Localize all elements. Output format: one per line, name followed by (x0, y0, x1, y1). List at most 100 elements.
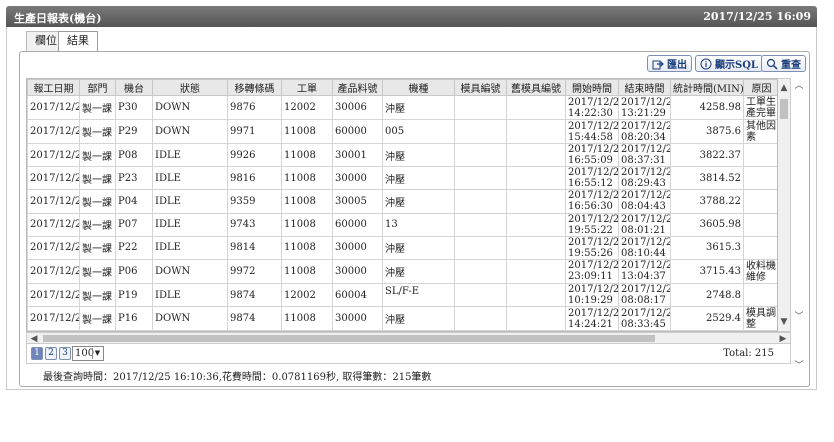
cell-status: IDLE (152, 166, 228, 191)
scroll-up-icon[interactable]: ︿ (793, 80, 805, 92)
divider (6, 389, 817, 390)
cell-barcode: 9926 (227, 142, 282, 168)
cell-status: IDLE (152, 235, 228, 260)
results-grid: 報工日期 部門 機台 狀態 移轉條碼 工單 產品料號 機種 模具編號 舊模具編號… (26, 78, 778, 332)
cell-workorder: 11008 (281, 166, 333, 191)
cell-status: DOWN (152, 306, 228, 331)
export-icon (652, 60, 664, 69)
cell-workorder: 11008 (281, 119, 333, 144)
cell-status: DOWN (152, 119, 228, 144)
col-header[interactable]: 結束時間 (618, 79, 671, 96)
col-header[interactable]: 原因 (743, 79, 777, 96)
cell-oldmold (506, 235, 566, 260)
cell-part: 60004 (332, 282, 383, 308)
cell-model: 沖壓 (382, 306, 455, 331)
search-icon (766, 58, 778, 70)
scroll-thumb[interactable] (780, 99, 788, 119)
col-header[interactable]: 部門 (79, 79, 116, 96)
table-row[interactable]: 2017/12/25製一課P23IDLE98161100830000沖壓 2017… (27, 166, 777, 191)
cell-workorder: 11008 (281, 142, 333, 168)
cell-model: 沖壓 (382, 166, 455, 191)
panel-vertical-scrollbar[interactable]: ︿ ﹀ ﹀ (792, 78, 806, 373)
table-row[interactable]: 2017/12/25製一課P08IDLE99261100830001沖壓 2017… (27, 142, 777, 168)
table-row[interactable]: 2017/12/25製一課P29DOWN99711100860000005 201… (27, 119, 777, 144)
grid-horizontal-scrollbar[interactable]: ◀ ▶ (26, 332, 791, 344)
col-header[interactable]: 開始時間 (565, 79, 619, 96)
cell-date: 2017/12/25 (27, 282, 80, 308)
tab-results[interactable]: 結果 (58, 31, 98, 52)
scroll-down-icon[interactable]: ﹀ (793, 311, 805, 323)
col-header[interactable]: 移轉條碼 (227, 79, 282, 96)
table-row[interactable]: 2017/12/25製一課P30DOWN98761200230006沖壓 2017… (27, 95, 777, 120)
cell-oldmold (506, 212, 566, 237)
cell-minutes: 3788.22 (670, 189, 744, 214)
cell-end: 2017/12/2508:29:43 (618, 166, 671, 191)
cell-barcode: 9874 (227, 306, 282, 331)
cell-end: 2017/12/2508:08:17 (618, 282, 671, 308)
cell-barcode: 9359 (227, 189, 282, 214)
cell-dept: 製一課 (79, 282, 116, 308)
cell-reason (743, 166, 777, 191)
grid-vertical-scrollbar[interactable]: ▲ ▼ (778, 78, 791, 332)
cell-workorder: 12002 (281, 282, 333, 308)
cell-oldmold (506, 189, 566, 214)
info-icon (700, 58, 712, 69)
cell-status: DOWN (152, 95, 228, 120)
cell-minutes: 3715.43 (670, 258, 744, 284)
cell-date: 2017/12/25 (27, 95, 80, 120)
cell-machine: P23 (115, 166, 153, 191)
requery-button[interactable]: 重查 (761, 55, 806, 72)
cell-mold (454, 95, 507, 120)
cell-status: DOWN (152, 258, 228, 284)
cell-start: 2017/12/2216:55:09 (565, 142, 619, 168)
scroll-down-icon[interactable]: ▼ (778, 316, 790, 328)
export-label: 匯出 (667, 60, 687, 71)
cell-start: 2017/12/2223:09:11 (565, 258, 619, 284)
col-header[interactable]: 機種 (382, 79, 455, 96)
cell-date: 2017/12/25 (27, 235, 80, 260)
table-row[interactable]: 2017/12/25製一課P06DOWN99721100830000沖壓 2017… (27, 258, 777, 284)
cell-model: 沖壓 (382, 258, 455, 284)
cell-machine: P06 (115, 258, 153, 284)
col-header[interactable]: 模具編號 (454, 79, 507, 96)
cell-mold (454, 212, 507, 237)
cell-part: 30000 (332, 235, 383, 260)
results-table: 報工日期 部門 機台 狀態 移轉條碼 工單 產品料號 機種 模具編號 舊模具編號… (27, 79, 777, 331)
table-row[interactable]: 2017/12/25製一課P16DOWN98741100830000沖壓 2017… (27, 306, 777, 331)
col-header[interactable]: 產品料號 (332, 79, 383, 96)
cell-part: 60000 (332, 119, 383, 144)
cell-model: SL/F-E (382, 282, 455, 308)
cell-dept: 製一課 (79, 235, 116, 260)
show-sql-button[interactable]: 顯示SQL (695, 55, 763, 72)
cell-minutes: 3814.52 (670, 166, 744, 191)
page-2-button[interactable]: 2 (45, 347, 57, 360)
cell-minutes: 3875.6 (670, 119, 744, 144)
table-row[interactable]: 2017/12/25製一課P07IDLE9743110086000013 2017… (27, 212, 777, 237)
cell-barcode: 9972 (227, 258, 282, 284)
col-header[interactable]: 報工日期 (27, 79, 80, 96)
cell-oldmold (506, 142, 566, 168)
col-header[interactable]: 舊模具編號 (506, 79, 566, 96)
scroll-thumb[interactable] (43, 335, 655, 342)
page-size-select[interactable]: 100 ▼ (72, 346, 104, 361)
page-1-button[interactable]: 1 (31, 347, 43, 360)
table-row[interactable]: 2017/12/25製一課P19IDLE98741200260004SL/F-E… (27, 282, 777, 308)
col-header[interactable]: 機台 (115, 79, 153, 96)
cell-barcode: 9814 (227, 235, 282, 260)
scroll-up-icon[interactable]: ▲ (778, 82, 790, 94)
col-header[interactable]: 狀態 (152, 79, 228, 96)
export-button[interactable]: 匯出 (647, 55, 692, 72)
cell-model: 沖壓 (382, 235, 455, 260)
scroll-down-icon[interactable]: ﹀ (793, 360, 805, 372)
cell-minutes: 3822.37 (670, 142, 744, 168)
cell-part: 30000 (332, 258, 383, 284)
cell-model: 沖壓 (382, 189, 455, 214)
cell-minutes: 3605.98 (670, 212, 744, 237)
cell-barcode: 9874 (227, 282, 282, 308)
col-header[interactable]: 工單 (281, 79, 333, 96)
table-row[interactable]: 2017/12/25製一課P04IDLE93591100830005沖壓 2017… (27, 189, 777, 214)
table-row[interactable]: 2017/12/25製一課P22IDLE98141100830000沖壓 2017… (27, 235, 777, 260)
col-header[interactable]: 統計時間(MIN) (670, 79, 744, 96)
cell-machine: P04 (115, 189, 153, 214)
page-3-button[interactable]: 3 (59, 347, 71, 360)
